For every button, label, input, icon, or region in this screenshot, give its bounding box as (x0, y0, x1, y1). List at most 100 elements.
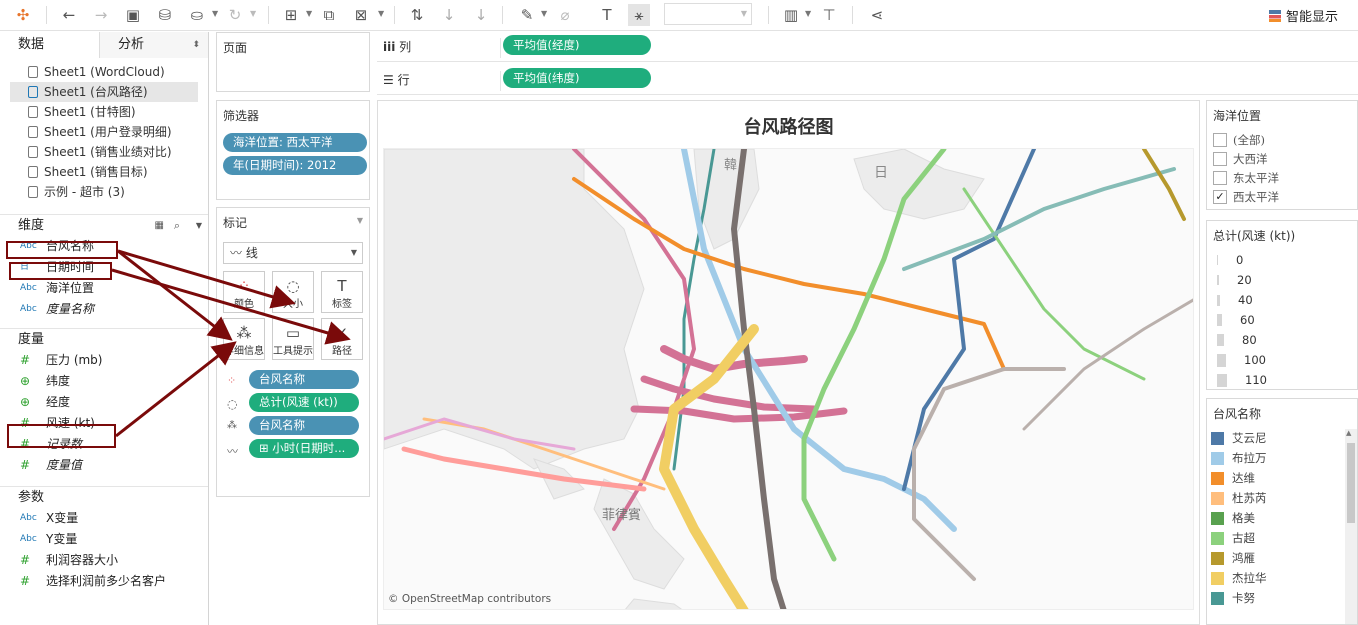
ocean-option-label: 东太平洋 (1233, 170, 1279, 185)
redo-icon[interactable]: → (90, 4, 112, 26)
size-value: 60 (1240, 313, 1255, 327)
legend-item[interactable]: 达维 (1207, 468, 1357, 488)
field-measure-values[interactable]: # 度量值 (0, 455, 208, 476)
swap-icon[interactable]: ⇅ (406, 4, 428, 26)
checkbox[interactable] (1213, 151, 1227, 166)
marks-pill[interactable]: 台风名称 (249, 416, 359, 435)
sort-asc-icon[interactable]: ↓ (438, 4, 460, 26)
presentation-icon[interactable]: ⊤ (818, 4, 840, 26)
ocean-option[interactable]: ✓ 西太平洋 (1207, 187, 1357, 206)
undo-icon[interactable]: ← (58, 4, 80, 26)
legend-label: 古超 (1232, 531, 1255, 545)
chevron-down-icon[interactable]: ▼ (306, 9, 312, 18)
chevron-down-icon[interactable]: ▼ (212, 9, 218, 18)
sheet-item[interactable]: Sheet1 (用户登录明细) (10, 122, 198, 142)
ocean-option[interactable]: 东太平洋 (1207, 168, 1357, 187)
clear-icon[interactable]: ⊠ (350, 4, 372, 26)
sheet-item[interactable]: Sheet1 (销售业绩对比) (10, 142, 198, 162)
chevron-down-icon[interactable]: ▼ (805, 9, 811, 18)
param-x[interactable]: Abc X变量 (0, 508, 208, 529)
track-pakhar (1142, 149, 1186, 221)
field-label: 纬度 (46, 374, 71, 388)
legend-item[interactable]: 鸿雁 (1207, 548, 1357, 568)
checkbox-checked[interactable]: ✓ (1213, 189, 1227, 204)
field-ocean[interactable]: Abc 海洋位置 (0, 278, 208, 299)
scroll-up-icon[interactable]: ▲ (1346, 429, 1351, 437)
number-icon: # (20, 458, 31, 472)
highlight-icon[interactable]: ✎ (516, 4, 538, 26)
sheet-item[interactable]: Sheet1 (销售目标) (10, 162, 198, 182)
legend-item[interactable]: 古超 (1207, 528, 1357, 548)
view-list-icon[interactable]: ▦ (155, 215, 164, 237)
typhoon-map[interactable]: 韓 日 菲律賓 (383, 148, 1194, 610)
sheet-item[interactable]: Sheet1 (WordCloud) (10, 62, 198, 82)
marks-pill[interactable]: 台风名称 (249, 370, 359, 389)
show-me-button[interactable]: 智能显示 (1268, 6, 1338, 25)
columns-pill[interactable]: 平均值(经度) (503, 35, 651, 55)
rows-pill[interactable]: 平均值(纬度) (503, 68, 651, 88)
scrollbar[interactable]: ▲ (1345, 429, 1357, 624)
columns-shelf: iii 列 平均值(经度) (377, 31, 1358, 62)
search-icon[interactable]: ⌕ (174, 215, 180, 237)
label-button[interactable]: T 标签 (321, 271, 363, 313)
legend-item[interactable]: 杰拉华 (1207, 568, 1357, 588)
marks-pill[interactable]: 总计(风速 (kt)) (249, 393, 359, 412)
chevron-down-icon[interactable]: ▼ (196, 215, 202, 237)
legend-item[interactable]: 卡努 (1207, 588, 1357, 608)
mark-type-value: 线 (245, 246, 258, 260)
field-latitude[interactable]: ⊕ 纬度 (0, 371, 208, 392)
detail-label: 详细信息 (224, 346, 264, 357)
size-swatch (1217, 373, 1227, 387)
marks-pill[interactable]: ⊞ 小时(日期时... (249, 439, 359, 458)
detail-button[interactable]: ⁂ 详细信息 (223, 318, 265, 360)
size-value: 40 (1238, 293, 1253, 307)
field-measure-names[interactable]: Abc 度量名称 (0, 299, 208, 320)
share-icon[interactable]: ⋖ (866, 4, 888, 26)
new-datasource-icon[interactable]: ⛁ (154, 4, 176, 26)
tab-data[interactable]: 数据 (0, 32, 100, 58)
field-longitude[interactable]: ⊕ 经度 (0, 392, 208, 413)
chart-icon[interactable]: ▥ (780, 4, 802, 26)
path-button[interactable]: ✓ 路径 (321, 318, 363, 360)
param-y[interactable]: Abc Y变量 (0, 529, 208, 550)
legend-item[interactable]: 布拉万 (1207, 448, 1357, 468)
legend-item[interactable]: 艾云尼 (1207, 428, 1357, 448)
mark-type-select[interactable]: 〰 线 ▼ (223, 242, 363, 264)
duplicate-icon[interactable]: ⧉ (318, 4, 340, 26)
scrollbar-thumb[interactable] (1347, 443, 1355, 523)
label-icon[interactable]: T (596, 4, 618, 26)
legend-item[interactable]: 格美 (1207, 508, 1357, 528)
param-bin-size[interactable]: # 利润容器大小 (0, 550, 208, 571)
chevron-down-icon[interactable]: ▼ (357, 216, 363, 225)
pause-icon[interactable]: ⛀ (186, 4, 208, 26)
fix-axes-icon[interactable]: ⚹ (628, 4, 650, 26)
sheet-item[interactable]: Sheet1 (台风路径) (10, 82, 198, 102)
toolbar-divider (46, 6, 47, 24)
legend-item[interactable]: 杜苏芮 (1207, 488, 1357, 508)
chevron-down-icon[interactable]: ▼ (378, 9, 384, 18)
save-icon[interactable]: ▣ (122, 4, 144, 26)
sheet-item[interactable]: Sheet1 (甘特图) (10, 102, 198, 122)
tableau-logo-icon[interactable]: ✣ (12, 4, 34, 26)
param-top-n[interactable]: # 选择利润前多少名客户 (0, 571, 208, 592)
ocean-option[interactable]: 大西洋 (1207, 149, 1357, 168)
tab-analysis[interactable]: 分析 ⬍ (100, 32, 208, 58)
new-worksheet-icon[interactable]: ⊞ (280, 4, 302, 26)
pages-card[interactable]: 页面 (216, 32, 370, 92)
group-icon[interactable]: ⌀ (554, 4, 576, 26)
ocean-option[interactable]: (全部) (1207, 130, 1357, 149)
refresh-icon[interactable]: ↻ (224, 4, 246, 26)
field-pressure[interactable]: # 压力 (mb) (0, 350, 208, 371)
fit-select[interactable]: ▼ (664, 3, 752, 25)
sort-desc-icon[interactable]: ↓ (470, 4, 492, 26)
checkbox[interactable] (1213, 132, 1227, 147)
tooltip-button[interactable]: ▭ 工具提示 (272, 318, 314, 360)
size-button[interactable]: ◌ 大小 (272, 271, 314, 313)
sheet-item[interactable]: 示例 - 超市 (3) (10, 182, 198, 202)
filter-pill[interactable]: 年(日期时间): 2012 (223, 156, 367, 175)
chevron-down-icon[interactable]: ▼ (541, 9, 547, 18)
filter-pill[interactable]: 海洋位置: 西太平洋 (223, 133, 367, 152)
chevron-down-icon[interactable]: ▼ (250, 9, 256, 18)
checkbox[interactable] (1213, 170, 1227, 185)
color-button[interactable]: ⁘ 颜色 (223, 271, 265, 313)
